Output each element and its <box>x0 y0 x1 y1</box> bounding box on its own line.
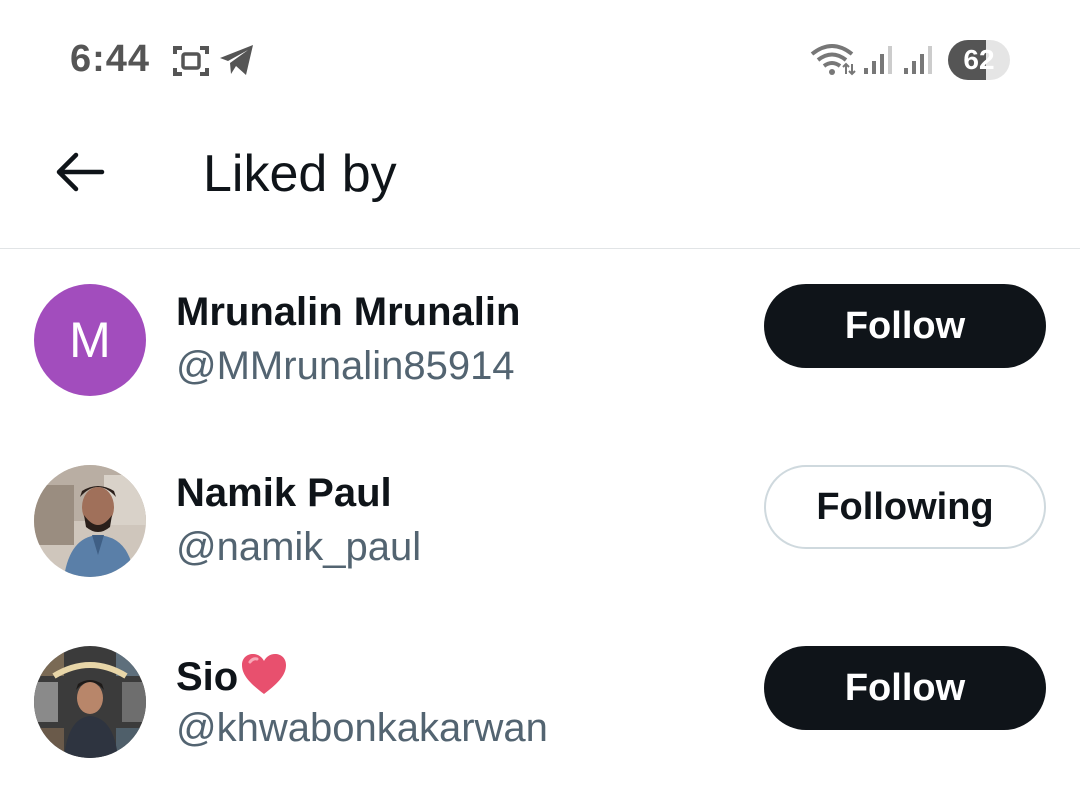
profile-photo <box>34 465 146 577</box>
following-button[interactable]: Following <box>764 465 1046 549</box>
back-button[interactable] <box>50 144 110 200</box>
arrow-left-icon <box>56 152 105 192</box>
signal-icon <box>864 46 892 74</box>
user-name[interactable]: Namik Paul <box>176 471 392 516</box>
avatar[interactable] <box>34 646 146 758</box>
page-title: Liked by <box>203 145 397 203</box>
telegram-icon <box>220 45 253 75</box>
profile-photo <box>34 646 146 758</box>
avatar[interactable]: M <box>34 284 146 396</box>
user-name[interactable]: Sio <box>176 652 288 700</box>
avatar-letter: M <box>34 284 146 396</box>
wifi-icon <box>810 44 856 76</box>
user-row[interactable]: Sio @khwabonkakarwan Follow <box>0 646 1080 786</box>
battery-icon: 62 <box>948 40 1010 80</box>
top-app-bar: Liked by <box>0 120 1080 249</box>
battery-level: 62 <box>963 44 995 75</box>
status-bar: 6:44 62 <box>0 0 1080 120</box>
status-time: 6:44 <box>70 38 151 80</box>
heart-icon <box>242 654 287 694</box>
signal-icon <box>904 46 932 74</box>
user-handle: @khwabonkakarwan <box>176 706 548 750</box>
follow-button[interactable]: Follow <box>764 646 1046 730</box>
screenshot-icon <box>173 46 209 76</box>
user-row[interactable]: Namik Paul @namik_paul Following <box>0 465 1080 605</box>
user-name-text: Sio <box>176 655 239 699</box>
user-row[interactable]: M Mrunalin Mrunalin @MMrunalin85914 Foll… <box>0 284 1080 424</box>
user-handle: @MMrunalin85914 <box>176 344 515 388</box>
avatar[interactable] <box>34 465 146 577</box>
user-handle: @namik_paul <box>176 525 422 569</box>
user-name[interactable]: Mrunalin Mrunalin <box>176 290 520 335</box>
follow-button[interactable]: Follow <box>764 284 1046 368</box>
